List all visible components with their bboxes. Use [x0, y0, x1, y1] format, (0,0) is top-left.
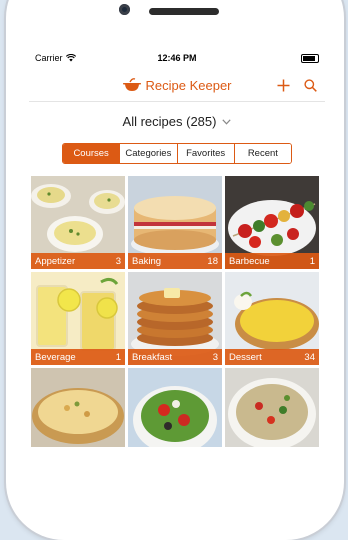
tile-label: Barbecue 1 — [225, 253, 319, 269]
course-tile-grain[interactable] — [225, 368, 319, 447]
course-tile-quiche[interactable] — [31, 368, 125, 447]
tile-count: 18 — [207, 255, 218, 267]
earpiece-speaker — [149, 8, 219, 15]
quiche-photo — [31, 368, 125, 447]
chevron-down-icon — [222, 118, 232, 125]
course-tile-salad[interactable] — [128, 368, 222, 447]
add-recipe-button[interactable] — [277, 79, 290, 92]
course-tile-baking[interactable]: Baking 18 — [128, 176, 222, 269]
tile-name: Beverage — [35, 351, 76, 363]
tile-name: Breakfast — [132, 351, 173, 363]
tab-categories[interactable]: Categories — [119, 144, 177, 163]
nav-actions — [277, 69, 317, 101]
pot-logo-icon — [122, 78, 141, 91]
tile-count: 1 — [115, 351, 121, 363]
course-tile-dessert[interactable]: Dessert 34 — [225, 272, 319, 365]
course-grid: Appetizer 3 Baking 18 Barbecue 1 Beverag… — [29, 176, 325, 447]
course-tile-beverage[interactable]: Beverage 1 — [31, 272, 125, 365]
course-tile-appetizer[interactable]: Appetizer 3 — [31, 176, 125, 269]
tile-name: Barbecue — [229, 255, 270, 267]
tab-favorites[interactable]: Favorites — [176, 144, 234, 163]
tile-count: 3 — [115, 255, 121, 267]
tile-name: Appetizer — [35, 255, 76, 267]
search-icon[interactable] — [304, 78, 317, 92]
nav-bar: Recipe Keeper — [29, 69, 325, 102]
app-title: Recipe Keeper — [145, 77, 232, 93]
tab-recent[interactable]: Recent — [233, 144, 291, 163]
tile-label: Dessert 34 — [225, 349, 319, 365]
tile-label: Appetizer 3 — [31, 253, 125, 269]
tile-label: Breakfast 3 — [128, 349, 222, 365]
status-bar: Carrier 12:46 PM — [29, 47, 325, 69]
tile-count: 1 — [309, 255, 315, 267]
salad-photo — [128, 368, 222, 447]
status-time: 12:46 PM — [157, 53, 197, 63]
course-tile-barbecue[interactable]: Barbecue 1 — [225, 176, 319, 269]
segmented-control: Courses Categories Favorites Recent — [62, 143, 292, 164]
tile-name: Dessert — [229, 351, 262, 363]
tile-count: 34 — [304, 351, 315, 363]
front-camera — [119, 4, 130, 15]
dropdown-label: All recipes (285) — [122, 114, 217, 129]
tile-label: Baking 18 — [128, 253, 222, 269]
tile-label: Beverage 1 — [31, 349, 125, 365]
course-tile-breakfast[interactable]: Breakfast 3 — [128, 272, 222, 365]
tile-name: Baking — [132, 255, 162, 267]
phone-frame: Carrier 12:46 PM Recipe Keeper All recip… — [6, 0, 344, 540]
recipe-filter-dropdown[interactable]: All recipes (285) — [29, 114, 325, 129]
app-brand: Recipe Keeper — [122, 77, 232, 93]
tile-count: 3 — [212, 351, 218, 363]
grain-salad-photo — [225, 368, 319, 447]
tab-courses[interactable]: Courses — [63, 144, 120, 163]
battery-icon — [301, 53, 319, 63]
app-screen: Carrier 12:46 PM Recipe Keeper All recip… — [29, 47, 325, 447]
